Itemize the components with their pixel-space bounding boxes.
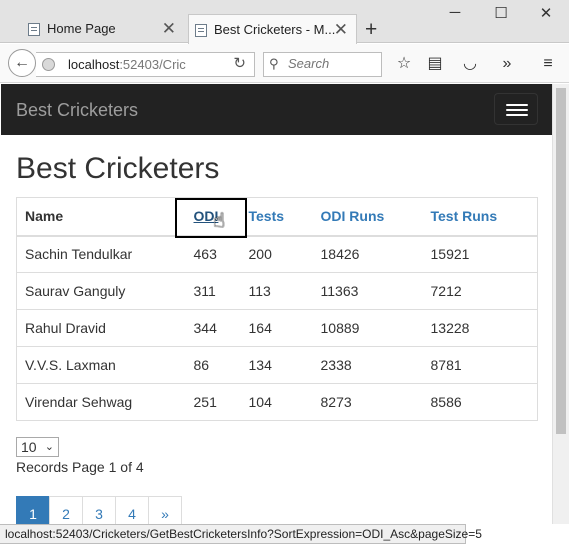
cell-name: Virendar Sehwag [16, 383, 186, 421]
cell-odi: 344 [185, 309, 241, 347]
status-bar-url: localhost:52403/Cricketers/GetBestCricke… [0, 524, 482, 544]
records-page-info: Records Page 1 of 4 [16, 459, 144, 475]
cell-tests: 200 [240, 235, 313, 273]
tab-best-cricketers[interactable]: Best Cricketers - M... ✕ [188, 14, 357, 45]
page-size-select[interactable]: 10 ⌄ [16, 437, 59, 457]
url-text: localhost:52403/Cric [68, 57, 198, 72]
navbar-toggle-button[interactable] [494, 93, 538, 125]
column-header-tests: Tests [240, 197, 313, 237]
close-tab-icon[interactable]: ✕ [334, 15, 348, 45]
tab-title: Best Cricketers - M... [214, 22, 336, 37]
column-header-test-runs: Test Runs [422, 197, 538, 237]
cell-odi: 311 [185, 272, 241, 310]
table-row: Virendar Sehwag 251 104 8273 8586 [16, 383, 538, 421]
table-row: Rahul Dravid 344 164 10889 13228 [16, 309, 538, 347]
sort-test-runs-link[interactable]: Test Runs [431, 208, 498, 224]
cell-test-runs: 7212 [422, 272, 538, 310]
cricketers-table: Name ODI Tests ODI Runs Test Runs Sachin… [16, 197, 538, 421]
cell-test-runs: 8586 [422, 383, 538, 421]
cell-odi-runs: 2338 [312, 346, 423, 384]
bookmark-star-icon[interactable]: ☆ [393, 53, 415, 75]
hand-cursor-icon: ☝ [213, 210, 226, 232]
cell-test-runs: 8781 [422, 346, 538, 384]
close-window-icon[interactable]: ✕ [536, 4, 556, 22]
cell-odi: 463 [185, 235, 241, 273]
reading-list-icon[interactable]: ▤ [424, 53, 446, 75]
globe-icon [42, 58, 55, 71]
minimize-icon[interactable]: ─ [445, 4, 465, 21]
cell-name: Saurav Ganguly [16, 272, 186, 310]
tab-strip: Home Page ✕ Best Cricketers - M... ✕ + ─… [0, 0, 569, 45]
close-tab-icon[interactable]: ✕ [162, 14, 176, 44]
cell-odi: 86 [185, 346, 241, 384]
cell-name: Sachin Tendulkar [16, 235, 186, 273]
page-icon [195, 24, 207, 37]
cell-tests: 113 [240, 272, 313, 310]
scrollbar-thumb[interactable] [556, 88, 566, 434]
cell-tests: 134 [240, 346, 313, 384]
cell-name: Rahul Dravid [16, 309, 186, 347]
cell-odi-runs: 18426 [312, 235, 423, 273]
page-size-value: 10 [21, 439, 37, 455]
app-navbar: Best Cricketers [1, 84, 552, 135]
brand-link[interactable]: Best Cricketers [16, 100, 138, 121]
page-icon [28, 23, 40, 36]
search-bar[interactable]: ⚲ [263, 52, 382, 77]
table-row: Saurav Ganguly 311 113 11363 7212 [16, 272, 538, 310]
cell-odi-runs: 8273 [312, 383, 423, 421]
navigation-bar: ← localhost:52403/Cric ↻ ⚲ ☆ ▤ ◡ » ≡ [0, 44, 569, 83]
maximize-icon[interactable]: ☐ [491, 4, 511, 22]
tab-title: Home Page [47, 21, 116, 36]
sort-tests-link[interactable]: Tests [249, 208, 285, 224]
cell-tests: 104 [240, 383, 313, 421]
url-host: localhost [68, 57, 120, 72]
toggle-bar-icon [506, 114, 528, 116]
page-title: Best Cricketers [16, 152, 220, 185]
vertical-scrollbar[interactable] [552, 84, 569, 524]
cell-odi-runs: 10889 [312, 309, 423, 347]
pocket-icon[interactable]: ◡ [459, 53, 481, 75]
focus-highlight-box [175, 198, 247, 238]
cell-odi-runs: 11363 [312, 272, 423, 310]
table-row: V.V.S. Laxman 86 134 2338 8781 [16, 346, 538, 384]
cell-test-runs: 15921 [422, 235, 538, 273]
url-bar[interactable]: localhost:52403/Cric ↻ [36, 52, 255, 77]
column-header-name: Name [16, 197, 186, 237]
url-path: :52403/Cric [119, 57, 186, 72]
back-arrow-icon: ← [14, 54, 30, 71]
search-input[interactable] [288, 56, 378, 71]
toggle-bar-icon [506, 104, 528, 106]
cell-tests: 164 [240, 309, 313, 347]
toggle-bar-icon [506, 109, 528, 111]
column-header-odi-runs: ODI Runs [312, 197, 423, 237]
table-header-row: Name ODI Tests ODI Runs Test Runs [16, 197, 538, 237]
new-tab-icon[interactable]: + [365, 15, 377, 45]
sort-odi-runs-link[interactable]: ODI Runs [321, 208, 385, 224]
search-icon: ⚲ [269, 56, 279, 71]
overflow-chevron-icon[interactable]: » [496, 53, 518, 75]
hamburger-menu-icon[interactable]: ≡ [537, 53, 559, 75]
tab-home-page[interactable]: Home Page ✕ [22, 14, 184, 44]
chevron-down-icon: ⌄ [44, 441, 54, 453]
cell-test-runs: 13228 [422, 309, 538, 347]
reload-icon[interactable]: ↻ [233, 54, 246, 72]
cell-odi: 251 [185, 383, 241, 421]
back-button[interactable]: ← [8, 49, 36, 77]
cell-name: V.V.S. Laxman [16, 346, 186, 384]
table-row: Sachin Tendulkar 463 200 18426 15921 [16, 235, 538, 273]
